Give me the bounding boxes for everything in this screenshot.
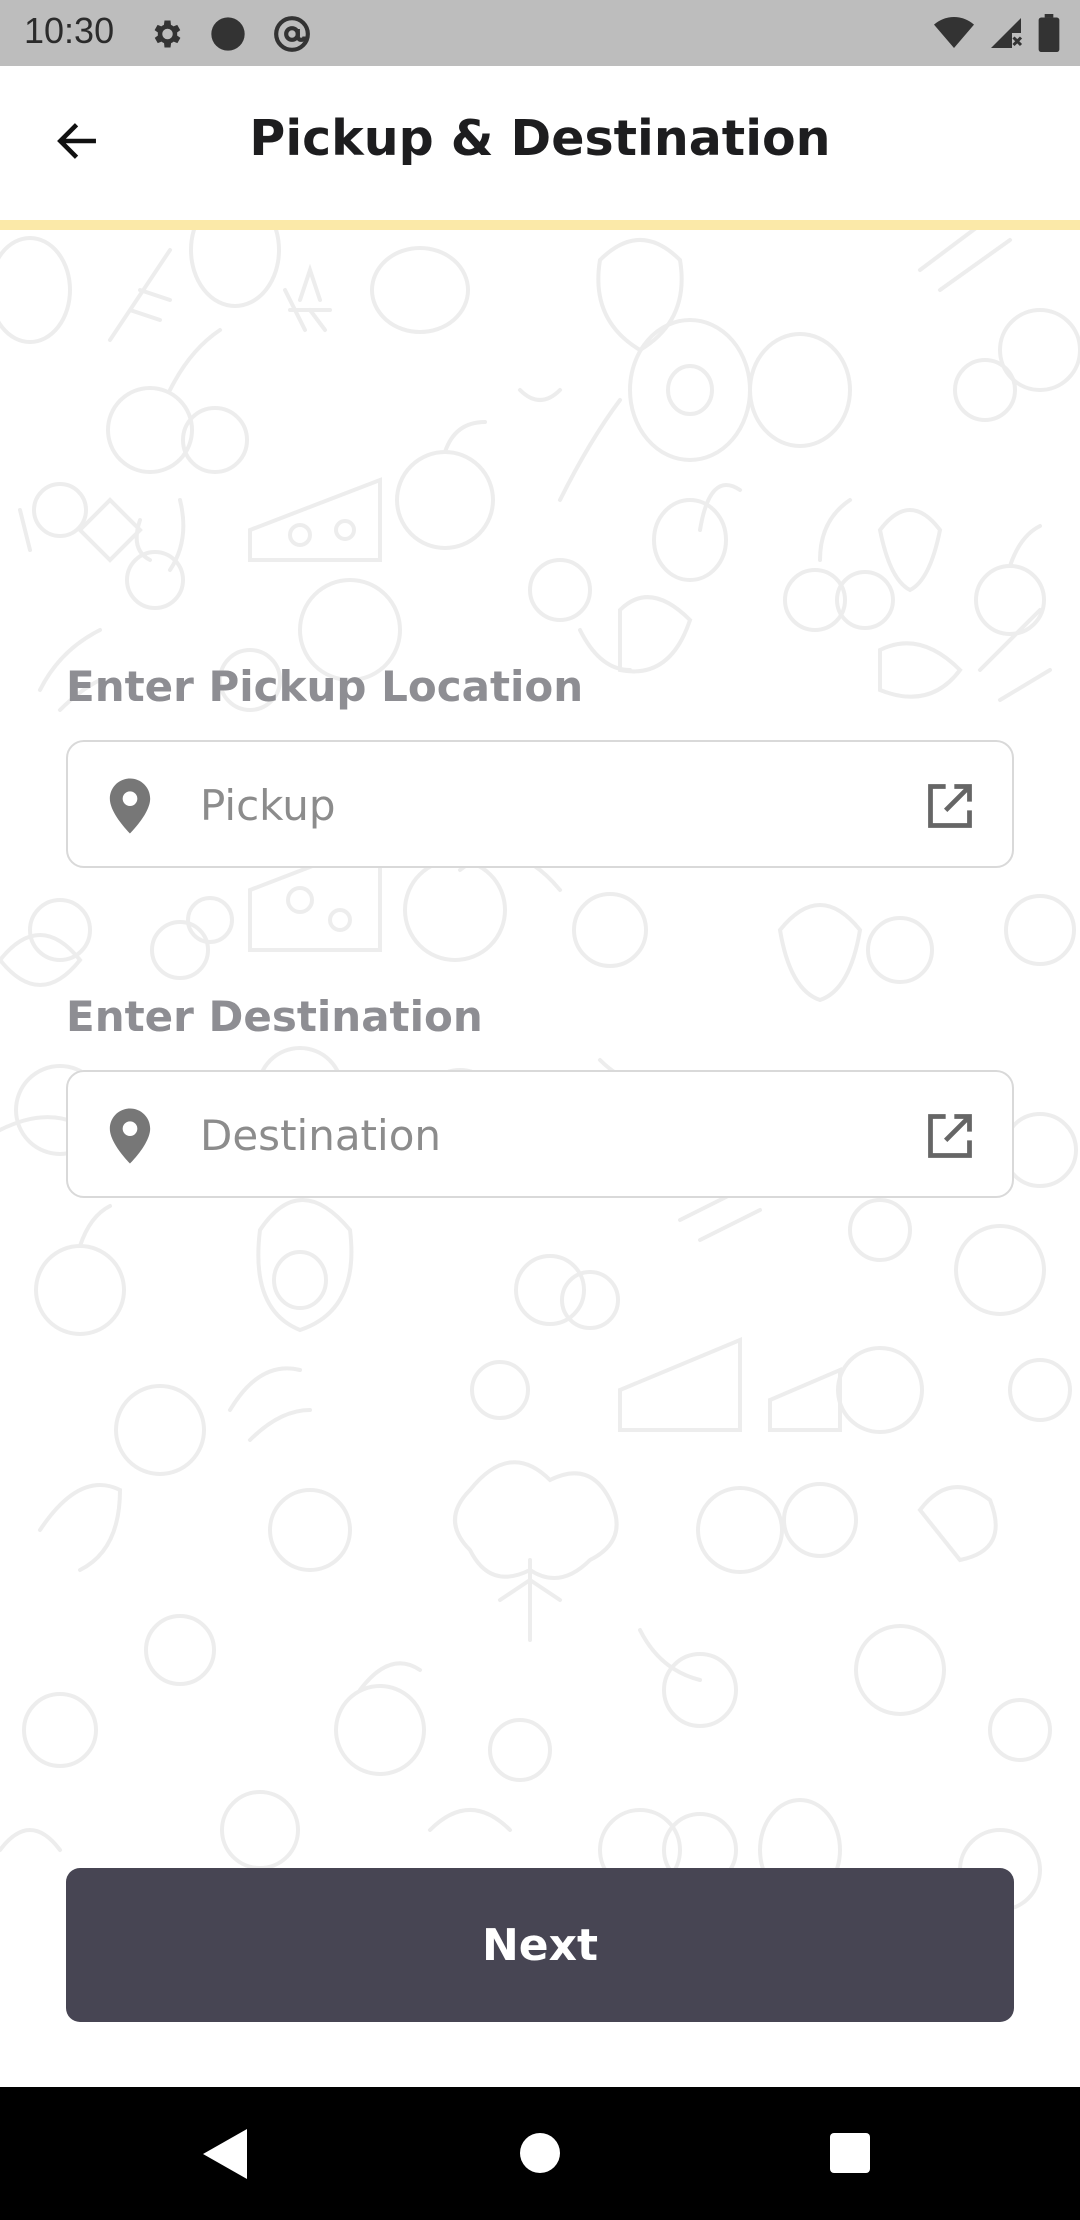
- nav-home-icon[interactable]: [520, 2133, 560, 2173]
- wifi-icon: [934, 17, 974, 48]
- nav-recents-icon[interactable]: [830, 2133, 870, 2173]
- app-bar: Pickup & Destination: [0, 66, 1080, 220]
- status-icons-left: [148, 14, 312, 54]
- open-external-icon[interactable]: [924, 1110, 976, 1162]
- status-bar: 10:30: [0, 0, 1080, 66]
- signal-icon: [991, 18, 1023, 48]
- settings-icon: [154, 20, 181, 48]
- destination-input[interactable]: [198, 1094, 862, 1176]
- status-icons-right: [934, 14, 1060, 52]
- location-pin-icon: [109, 1108, 151, 1164]
- status-time: 10:30: [24, 10, 115, 51]
- pickup-label: Enter Pickup Location: [66, 662, 584, 711]
- destination-field[interactable]: [66, 1070, 1014, 1198]
- page-title: Pickup & Destination: [249, 110, 831, 167]
- pickup-field[interactable]: [66, 740, 1014, 868]
- content-area: Enter Pickup Location Enter Destination: [0, 230, 1080, 2087]
- location-pin-icon: [109, 778, 151, 834]
- nav-back-icon[interactable]: [203, 2129, 247, 2179]
- destination-label: Enter Destination: [66, 992, 483, 1041]
- circle-dot-icon: [211, 17, 245, 51]
- open-external-icon[interactable]: [924, 780, 976, 832]
- battery-icon: [1038, 14, 1060, 52]
- pickup-input[interactable]: [198, 764, 862, 846]
- at-sign-icon: [274, 16, 310, 52]
- next-button[interactable]: Next: [66, 1868, 1014, 2022]
- accent-divider: [0, 220, 1080, 230]
- system-nav-bar: [0, 2087, 1080, 2220]
